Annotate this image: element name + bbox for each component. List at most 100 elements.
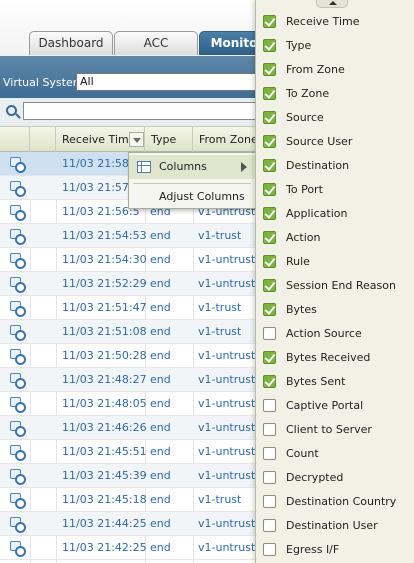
column-option[interactable]: Destination — [256, 154, 414, 178]
virtual-system-label: Virtual System — [3, 76, 84, 89]
checkbox-checked[interactable] — [263, 15, 276, 28]
checkbox-checked[interactable] — [263, 111, 276, 124]
checkbox-checked[interactable] — [263, 135, 276, 148]
log-detail-icon[interactable] — [10, 349, 26, 365]
log-detail-icon[interactable] — [10, 541, 26, 557]
checkbox-checked[interactable] — [263, 87, 276, 100]
log-detail-icon[interactable] — [10, 229, 26, 245]
column-option[interactable]: Rule — [256, 250, 414, 274]
log-detail-icon[interactable] — [10, 421, 26, 437]
type-cell: end — [150, 301, 171, 314]
type-cell: end — [150, 469, 171, 482]
scroll-up-arrow-icon[interactable] — [316, 0, 348, 8]
checkbox-checked[interactable] — [263, 375, 276, 388]
column-option-label: Egress I/F — [286, 543, 340, 556]
column-option[interactable]: Bytes Received — [256, 346, 414, 370]
column-option[interactable]: Egress I/F — [256, 538, 414, 562]
checkbox-checked[interactable] — [263, 255, 276, 268]
type-cell: end — [150, 397, 171, 410]
receive-time-cell: 11/03 21:54:53 — [62, 229, 147, 242]
tab-dashboard[interactable]: Dashboard — [29, 31, 113, 55]
column-option[interactable]: Session End Reason — [256, 274, 414, 298]
checkbox-unchecked[interactable] — [263, 519, 276, 532]
column-option[interactable]: Destination User — [256, 514, 414, 538]
column-option[interactable]: Application — [256, 202, 414, 226]
log-detail-icon[interactable] — [10, 373, 26, 389]
column-option[interactable]: Client to Server — [256, 418, 414, 442]
from-zone-cell: v1-trust — [198, 229, 242, 242]
header-blank-column — [30, 127, 56, 152]
receive-time-cell: 11/03 21:45:18 — [62, 493, 147, 506]
column-option-label: Session End Reason — [286, 279, 396, 292]
log-detail-icon[interactable] — [10, 253, 26, 269]
search-icon[interactable] — [6, 105, 17, 116]
checkbox-checked[interactable] — [263, 303, 276, 316]
log-detail-icon[interactable] — [10, 493, 26, 509]
column-option[interactable]: Destination Country — [256, 490, 414, 514]
filter-input[interactable] — [23, 102, 263, 120]
virtual-system-select[interactable]: All — [76, 73, 266, 91]
checkbox-unchecked[interactable] — [263, 495, 276, 508]
column-option[interactable]: Count — [256, 442, 414, 466]
column-option[interactable]: Source User — [256, 130, 414, 154]
receive-time-cell: 11/03 21:45:51 — [62, 445, 147, 458]
log-detail-icon[interactable] — [10, 517, 26, 533]
type-cell: end — [150, 229, 171, 242]
checkbox-unchecked[interactable] — [263, 423, 276, 436]
column-option[interactable]: Decrypted — [256, 466, 414, 490]
column-chooser-submenu: Receive Time Type From Zone To Zone Source So… — [255, 0, 414, 563]
column-option-label: Bytes — [286, 303, 317, 316]
menu-item-adjust-columns[interactable]: Adjust Columns — [129, 185, 255, 209]
header-type[interactable]: Type — [145, 127, 193, 152]
checkbox-unchecked[interactable] — [263, 327, 276, 340]
type-cell: end — [150, 349, 171, 362]
checkbox-unchecked[interactable] — [263, 447, 276, 460]
column-option[interactable]: Bytes — [256, 298, 414, 322]
checkbox-checked[interactable] — [263, 351, 276, 364]
column-option[interactable]: To Port — [256, 178, 414, 202]
receive-time-cell: 11/03 21:52:29 — [62, 277, 147, 290]
checkbox-checked[interactable] — [263, 279, 276, 292]
log-detail-icon[interactable] — [10, 445, 26, 461]
column-option[interactable]: Captive Portal — [256, 394, 414, 418]
checkbox-unchecked[interactable] — [263, 471, 276, 484]
log-detail-icon[interactable] — [10, 277, 26, 293]
column-option[interactable]: Type — [256, 34, 414, 58]
checkbox-unchecked[interactable] — [263, 399, 276, 412]
type-cell: end — [150, 373, 171, 386]
log-detail-icon[interactable] — [10, 469, 26, 485]
column-option-label: Destination Country — [286, 495, 397, 508]
column-option[interactable]: Source — [256, 106, 414, 130]
log-detail-icon[interactable] — [10, 301, 26, 317]
checkbox-checked[interactable] — [263, 231, 276, 244]
column-option-label: Receive Time — [286, 15, 360, 28]
log-detail-icon[interactable] — [10, 205, 26, 221]
from-zone-cell: v1-untrust — [198, 349, 256, 362]
tab-acc[interactable]: ACC — [114, 31, 198, 55]
checkbox-checked[interactable] — [263, 39, 276, 52]
checkbox-checked[interactable] — [263, 207, 276, 220]
log-detail-icon[interactable] — [10, 181, 26, 197]
column-option-label: From Zone — [286, 63, 345, 76]
header-from-zone[interactable]: From Zone — [193, 127, 263, 152]
from-zone-cell: v1-trust — [198, 325, 242, 338]
menu-item-columns[interactable]: Columns — [129, 155, 255, 179]
column-option-label: Decrypted — [286, 471, 344, 484]
log-detail-icon[interactable] — [10, 325, 26, 341]
checkbox-unchecked[interactable] — [263, 543, 276, 556]
column-option-label: Source — [286, 111, 324, 124]
column-option-label: Rule — [286, 255, 310, 268]
checkbox-checked[interactable] — [263, 63, 276, 76]
log-detail-icon[interactable] — [10, 397, 26, 413]
column-option[interactable]: From Zone — [256, 58, 414, 82]
checkbox-checked[interactable] — [263, 183, 276, 196]
column-option[interactable]: Action Source — [256, 322, 414, 346]
receive-time-cell: 11/03 21:48:05 — [62, 397, 147, 410]
column-option[interactable]: Bytes Sent — [256, 370, 414, 394]
column-option[interactable]: To Zone — [256, 82, 414, 106]
log-detail-icon[interactable] — [10, 157, 26, 173]
column-option[interactable]: Action — [256, 226, 414, 250]
column-menu-dropdown-icon[interactable] — [129, 132, 144, 147]
checkbox-checked[interactable] — [263, 159, 276, 172]
column-option[interactable]: Receive Time — [256, 10, 414, 34]
